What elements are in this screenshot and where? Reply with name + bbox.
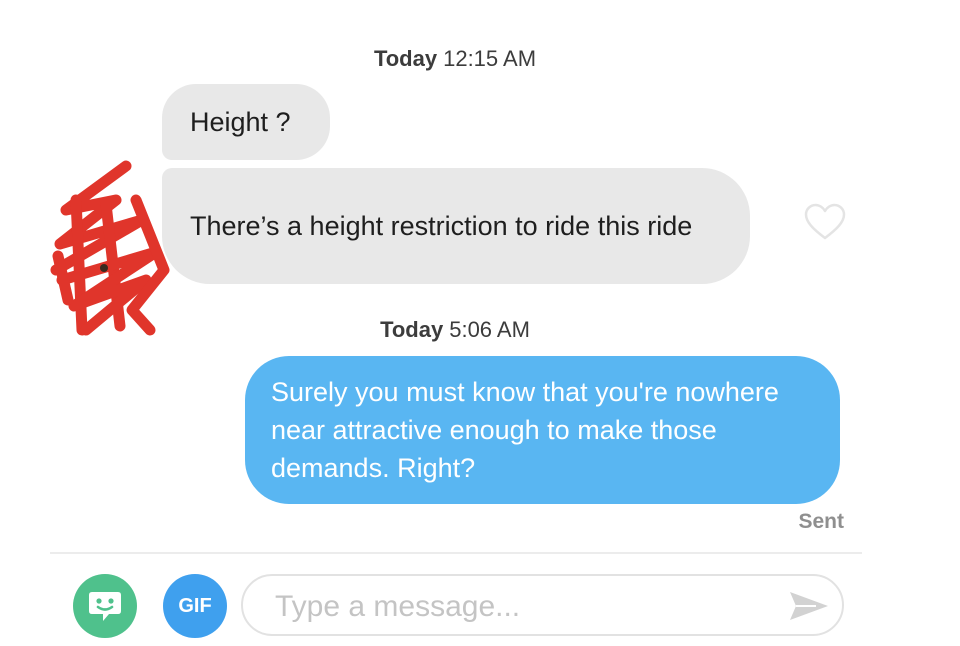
composer-divider <box>50 552 862 554</box>
timestamp-day: Today <box>373 46 438 71</box>
gif-label: GIF <box>178 594 212 617</box>
heart-outline-icon[interactable] <box>803 202 847 242</box>
timestamp: Today 12:15 AM <box>0 46 910 72</box>
timestamp-time: 5:06 AM <box>449 317 530 342</box>
outgoing-message-bubble: Surely you must know that you're nowhere… <box>245 356 840 504</box>
gif-button[interactable]: GIF <box>163 574 227 638</box>
message-text: There’s a height restriction to ride thi… <box>190 211 693 241</box>
timestamp: Today 5:06 AM <box>0 317 910 343</box>
message-input[interactable] <box>273 586 757 628</box>
message-text: Height ? <box>190 107 291 137</box>
sticker-face-icon <box>89 592 121 621</box>
sticker-button[interactable] <box>73 574 137 638</box>
timestamp-time: 12:15 AM <box>443 46 537 71</box>
message-text: Surely you must know that you're nowhere… <box>271 377 779 483</box>
incoming-message-bubble: Height ? <box>162 84 330 160</box>
timestamp-day: Today <box>380 317 444 342</box>
sent-status: Sent <box>798 510 844 533</box>
redacted-avatar <box>50 160 170 336</box>
message-composer <box>241 574 844 636</box>
incoming-message-bubble: There’s a height restriction to ride thi… <box>162 168 750 284</box>
send-arrow-icon[interactable] <box>786 586 832 626</box>
